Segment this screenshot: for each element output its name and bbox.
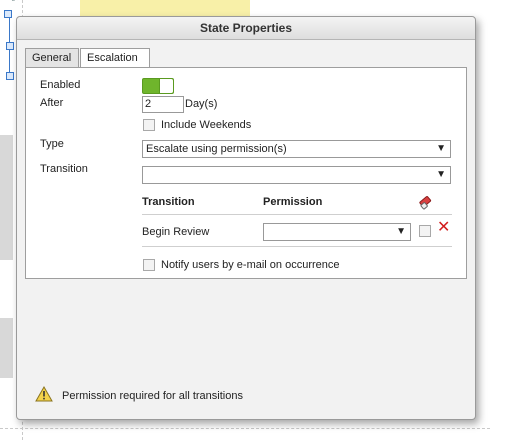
selection-handle[interactable]	[6, 42, 14, 50]
table-row-divider	[142, 246, 452, 247]
transition-select[interactable]: ▼	[142, 166, 451, 184]
dialog-footer: Permission required for all transitions	[17, 377, 475, 419]
warning-icon	[35, 386, 53, 402]
days-unit-label: Day(s)	[185, 98, 218, 110]
notify-email-checkbox[interactable]	[143, 259, 155, 271]
enabled-label: Enabled	[40, 79, 81, 91]
selection-handle[interactable]	[6, 72, 14, 80]
dropdown-arrow-icon: ▼	[436, 169, 446, 180]
type-select[interactable]: Escalate using permission(s) ▼	[142, 140, 451, 158]
transition-label: Transition	[40, 163, 88, 175]
table-header-permission: Permission	[263, 196, 323, 208]
escalation-panel: Enabled After 2 Day(s) Include Weekends …	[25, 67, 467, 279]
row-permission-select[interactable]: ▼	[263, 223, 411, 241]
dropdown-arrow-icon: ▼	[436, 143, 446, 154]
selection-handle[interactable]	[4, 10, 12, 18]
toggle-knob	[159, 79, 173, 93]
table-header-transition: Transition	[142, 196, 195, 208]
after-days-input[interactable]: 2	[142, 96, 184, 113]
tab-escalation[interactable]: Escalation	[80, 48, 150, 69]
canvas-guide-line	[0, 428, 490, 429]
row-transition-name: Begin Review	[142, 226, 210, 238]
dropdown-arrow-icon: ▼	[396, 226, 406, 237]
state-properties-dialog: State Properties General Escalation Enab…	[16, 16, 476, 420]
canvas-shape	[0, 135, 13, 260]
row-select-checkbox[interactable]	[419, 225, 431, 237]
eraser-icon[interactable]	[417, 192, 435, 210]
enabled-toggle[interactable]	[142, 78, 174, 94]
dialog-title: State Properties	[17, 17, 475, 40]
after-label: After	[40, 97, 64, 109]
include-weekends-checkbox[interactable]	[143, 119, 155, 131]
notify-email-label: Notify users by e-mail on occurrence	[161, 259, 340, 271]
include-weekends-label: Include Weekends	[161, 119, 252, 131]
table-header-divider	[142, 214, 452, 215]
diagram-shape-highlight	[80, 0, 250, 16]
type-label: Type	[40, 138, 64, 150]
tab-general[interactable]: General	[25, 48, 79, 68]
footer-warning-text: Permission required for all transitions	[62, 390, 243, 402]
close-icon[interactable]: ✕	[437, 220, 450, 236]
canvas-shape	[0, 318, 13, 378]
type-select-value: Escalate using permission(s)	[146, 143, 287, 155]
